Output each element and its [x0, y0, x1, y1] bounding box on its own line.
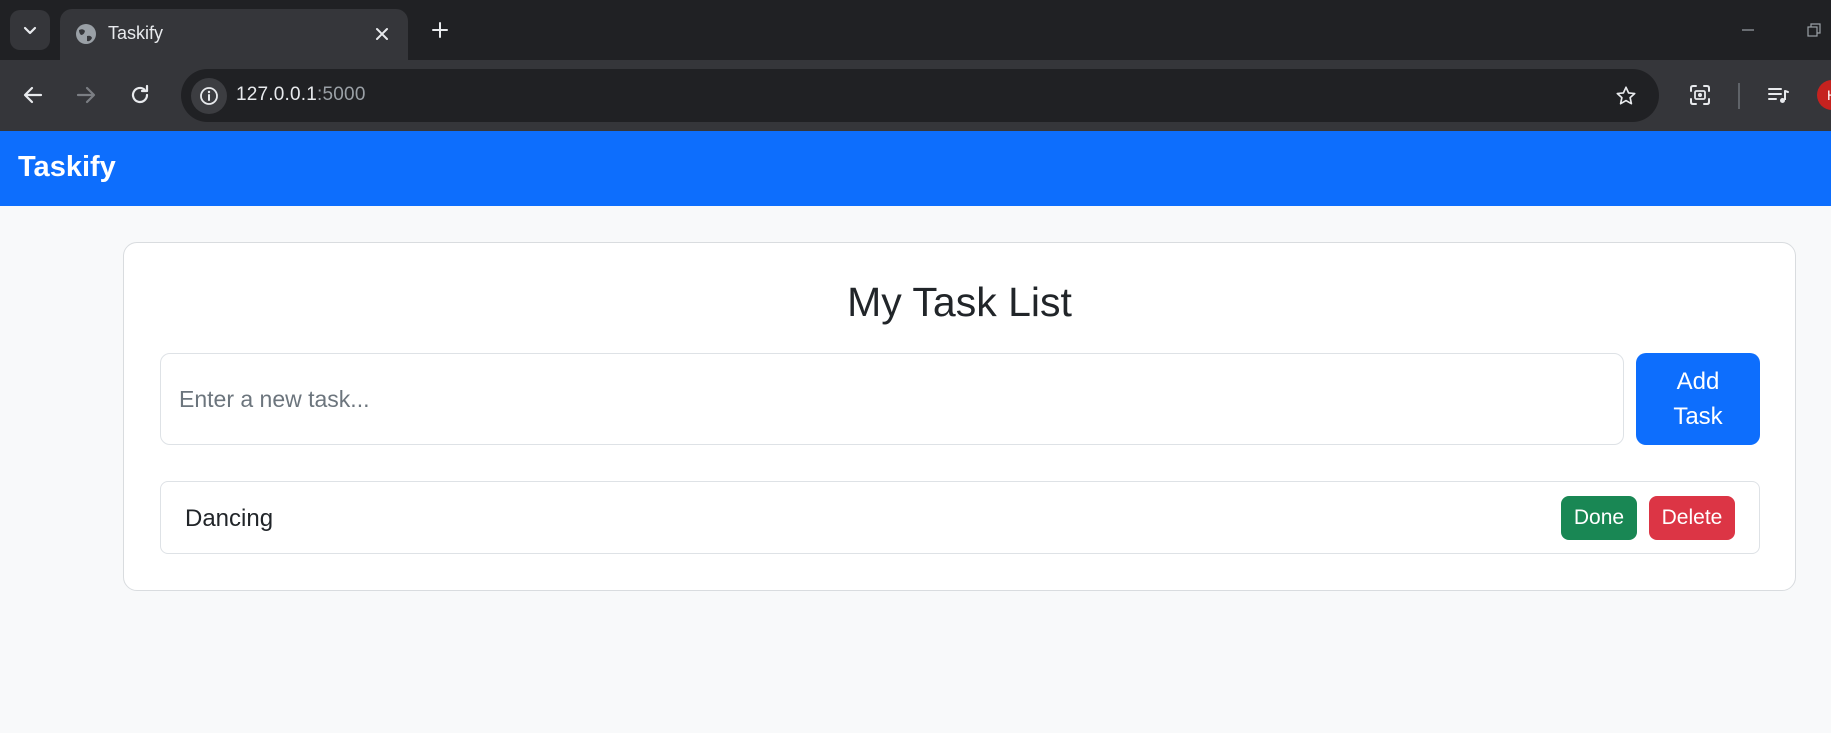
done-button[interactable]: Done — [1561, 496, 1637, 540]
navbar-brand[interactable]: Taskify — [18, 151, 116, 184]
url-host: 127.0.0.1 — [236, 84, 318, 105]
add-task-button[interactable]: Add Task — [1636, 353, 1760, 445]
url-text: 127.0.0.1:5000 — [236, 84, 366, 106]
restore-icon — [1807, 23, 1821, 37]
reload-icon — [131, 84, 149, 104]
task-list: Dancing Done Delete — [160, 481, 1760, 554]
media-control-icon — [1768, 88, 1789, 103]
close-icon — [376, 28, 388, 40]
info-icon — [200, 87, 218, 105]
toolbar-divider — [1738, 83, 1740, 109]
lens-icon — [1690, 85, 1710, 105]
tab-close-button[interactable] — [366, 18, 398, 50]
delete-button[interactable]: Delete — [1649, 496, 1735, 540]
reload-button[interactable] — [118, 73, 162, 117]
address-bar[interactable]: 127.0.0.1:5000 — [181, 69, 1659, 122]
restore-button[interactable] — [1796, 12, 1831, 48]
back-arrow-icon — [23, 86, 43, 104]
back-button[interactable] — [11, 73, 55, 117]
minimize-button[interactable] — [1730, 12, 1766, 48]
url-port: :5000 — [317, 84, 366, 105]
app-navbar: Taskify — [0, 131, 1831, 206]
media-controls-button[interactable] — [1756, 73, 1800, 117]
task-item: Dancing Done Delete — [160, 481, 1760, 554]
chevron-down-icon — [23, 26, 37, 35]
tab-title: Taskify — [108, 23, 164, 43]
site-info-button[interactable] — [191, 78, 227, 114]
browser-tabstrip: Taskify — [0, 0, 1831, 60]
globe-icon — [76, 24, 96, 44]
browser-toolbar: 127.0.0.1:5000 — [0, 60, 1831, 131]
task-text: Dancing — [185, 505, 274, 532]
forward-arrow-icon — [76, 86, 96, 104]
task-card: My Task List Add Task Dancing Done Delet… — [123, 242, 1796, 591]
forward-button[interactable] — [64, 73, 108, 117]
minimize-icon — [1742, 29, 1754, 31]
plus-icon — [432, 22, 448, 38]
browser-tab[interactable]: Taskify — [60, 9, 408, 60]
tab-search-button[interactable] — [10, 10, 50, 50]
bookmark-button[interactable] — [1608, 78, 1644, 114]
star-icon — [1616, 86, 1636, 105]
lens-button[interactable] — [1678, 73, 1722, 117]
new-tab-button[interactable] — [420, 10, 460, 50]
page-title: My Task List — [847, 279, 1072, 325]
new-task-input[interactable] — [160, 353, 1624, 445]
